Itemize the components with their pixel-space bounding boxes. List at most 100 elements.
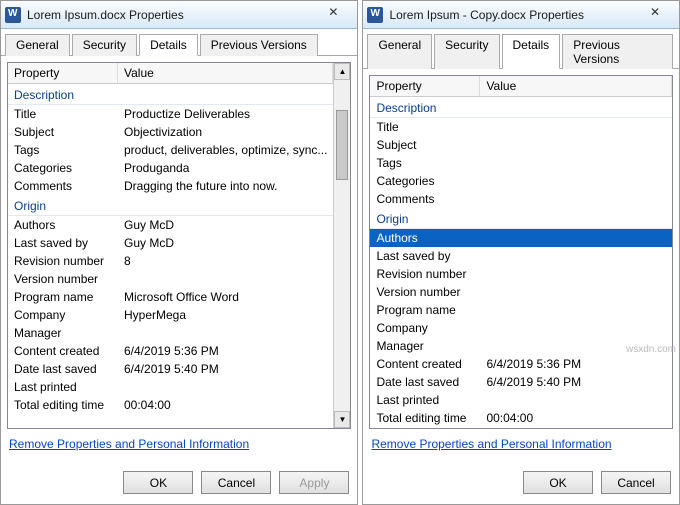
section-origin: Origin: [8, 195, 333, 216]
property-row[interactable]: Version number: [8, 270, 333, 288]
property-name: Total editing time: [8, 397, 118, 413]
property-value: [480, 266, 672, 282]
property-row[interactable]: Categories Produganda: [8, 159, 333, 177]
property-value: [480, 173, 672, 189]
property-row[interactable]: Title Productize Deliverables: [8, 105, 333, 123]
property-value: 8: [118, 253, 333, 269]
property-row[interactable]: Program name: [370, 301, 672, 319]
tab-previous-versions[interactable]: Previous Versions: [562, 34, 673, 69]
property-row[interactable]: Tags: [370, 154, 672, 172]
dialog-footer: OK Cancel Apply: [1, 465, 357, 504]
property-value: Produganda: [118, 160, 333, 176]
header-value[interactable]: Value: [480, 76, 672, 96]
scroll-up-button[interactable]: ▲: [334, 63, 350, 80]
tab-general[interactable]: General: [367, 34, 432, 69]
property-row[interactable]: Comments Dragging the future into now.: [8, 177, 333, 195]
scroll-thumb[interactable]: [336, 110, 348, 180]
property-row[interactable]: Version number: [370, 283, 672, 301]
property-name: Comments: [8, 178, 118, 194]
property-name: Program name: [8, 289, 118, 305]
property-name: Content created: [370, 356, 480, 372]
properties-window: Lorem Ipsum.docx Properties ✕ GeneralSecu…: [0, 0, 358, 505]
property-row[interactable]: Authors: [370, 229, 672, 247]
section-description: Description: [370, 97, 672, 118]
tab-security[interactable]: Security: [72, 34, 137, 56]
property-row[interactable]: Last printed: [8, 378, 333, 396]
property-row[interactable]: Revision number 8: [8, 252, 333, 270]
scrollbar[interactable]: ▲ ▼: [333, 63, 350, 428]
property-name: Revision number: [370, 266, 480, 282]
property-value: 00:04:00: [118, 397, 333, 413]
cancel-button[interactable]: Cancel: [201, 471, 271, 494]
remove-properties-link[interactable]: Remove Properties and Personal Informati…: [369, 429, 673, 459]
property-row[interactable]: Comments: [370, 190, 672, 208]
header-value[interactable]: Value: [118, 63, 333, 83]
ok-button[interactable]: OK: [123, 471, 193, 494]
property-row[interactable]: Subject: [370, 136, 672, 154]
property-value: Objectivization: [118, 124, 333, 140]
property-name: Content created: [8, 343, 118, 359]
scroll-track[interactable]: [334, 80, 350, 411]
tab-details[interactable]: Details: [502, 34, 561, 69]
close-button[interactable]: ✕: [635, 5, 675, 25]
property-value: 6/4/2019 5:36 PM: [118, 343, 333, 359]
property-name: Company: [8, 307, 118, 323]
property-row[interactable]: Title: [370, 118, 672, 136]
word-doc-icon: [5, 7, 21, 23]
header-property[interactable]: Property: [370, 76, 480, 96]
property-row[interactable]: Content created 6/4/2019 5:36 PM: [8, 342, 333, 360]
property-value: [118, 271, 333, 287]
property-name: Subject: [370, 137, 480, 153]
property-value: [118, 325, 333, 341]
property-name: Revision number: [8, 253, 118, 269]
titlebar: Lorem Ipsum - Copy.docx Properties ✕: [363, 1, 679, 29]
property-name: Last saved by: [370, 248, 480, 264]
property-value: Productize Deliverables: [118, 106, 333, 122]
property-list: Property ValueDescription Title Producti…: [7, 62, 351, 429]
property-row[interactable]: Last saved by Guy McD: [8, 234, 333, 252]
property-value: [480, 119, 672, 135]
property-row[interactable]: Last saved by: [370, 247, 672, 265]
tab-general[interactable]: General: [5, 34, 70, 56]
property-value: [480, 137, 672, 153]
property-row[interactable]: Content created 6/4/2019 5:36 PM: [370, 355, 672, 373]
property-row[interactable]: Manager: [8, 324, 333, 342]
header-property[interactable]: Property: [8, 63, 118, 83]
close-button[interactable]: ✕: [313, 5, 353, 25]
cancel-button[interactable]: Cancel: [601, 471, 671, 494]
property-row[interactable]: Program name Microsoft Office Word: [8, 288, 333, 306]
property-list: Property ValueDescription Title Subject …: [369, 75, 673, 429]
property-value: [480, 248, 672, 264]
property-row[interactable]: Authors Guy McD: [8, 216, 333, 234]
tab-previous-versions[interactable]: Previous Versions: [200, 34, 318, 56]
property-row[interactable]: Last printed: [370, 391, 672, 409]
apply-button: Apply: [279, 471, 349, 494]
property-row[interactable]: Company: [370, 319, 672, 337]
property-name: Title: [370, 119, 480, 135]
scroll-down-button[interactable]: ▼: [334, 411, 350, 428]
property-name: Manager: [370, 338, 480, 354]
column-headers: Property Value: [8, 63, 333, 84]
property-value: [480, 284, 672, 300]
property-row[interactable]: Total editing time 00:04:00: [8, 396, 333, 414]
property-name: Authors: [370, 230, 480, 246]
property-row[interactable]: Total editing time 00:04:00: [370, 409, 672, 427]
property-name: Tags: [370, 155, 480, 171]
word-doc-icon: [367, 7, 383, 23]
property-name: Program name: [370, 302, 480, 318]
property-row[interactable]: Revision number: [370, 265, 672, 283]
property-value: 00:04:00: [480, 410, 672, 426]
property-row[interactable]: Categories: [370, 172, 672, 190]
property-name: Version number: [8, 271, 118, 287]
property-row[interactable]: Date last saved 6/4/2019 5:40 PM: [8, 360, 333, 378]
property-row[interactable]: Company HyperMega: [8, 306, 333, 324]
property-value: Dragging the future into now.: [118, 178, 333, 194]
property-row[interactable]: Date last saved 6/4/2019 5:40 PM: [370, 373, 672, 391]
tab-security[interactable]: Security: [434, 34, 499, 69]
window-title: Lorem Ipsum.docx Properties: [27, 8, 313, 22]
tab-details[interactable]: Details: [139, 34, 198, 56]
ok-button[interactable]: OK: [523, 471, 593, 494]
property-row[interactable]: Tags product, deliverables, optimize, sy…: [8, 141, 333, 159]
property-row[interactable]: Subject Objectivization: [8, 123, 333, 141]
remove-properties-link[interactable]: Remove Properties and Personal Informati…: [7, 429, 351, 459]
